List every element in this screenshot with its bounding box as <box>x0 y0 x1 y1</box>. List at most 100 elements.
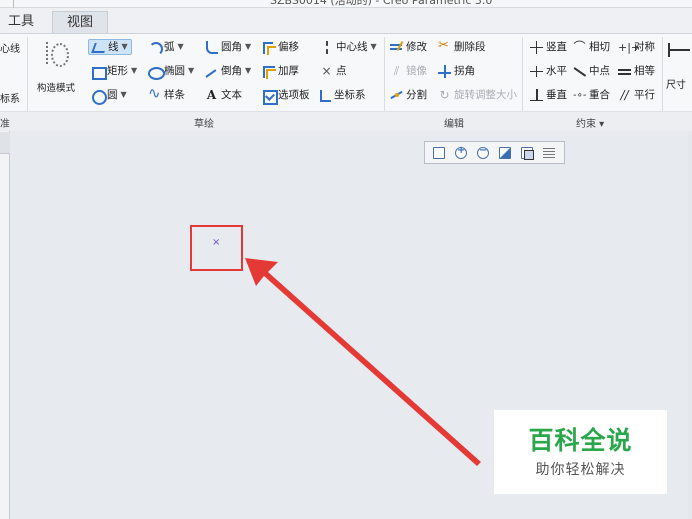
horizontal-label: 水平 <box>546 65 567 77</box>
chevron-down-icon[interactable]: ▼ <box>245 64 251 78</box>
delete-segment-button[interactable]: 删除段 <box>438 39 486 54</box>
saved-orientations-icon[interactable] <box>517 144 537 162</box>
chevron-down-icon[interactable]: ▼ <box>188 64 194 78</box>
ribbon-stub-coordinate-system[interactable]: 标系 <box>0 90 20 105</box>
chamfer-button[interactable]: 倒角 ▼ <box>205 64 251 78</box>
arc-icon <box>148 41 163 56</box>
zoom-in-icon[interactable] <box>451 144 471 162</box>
modify-button[interactable]: 修改 <box>390 40 427 54</box>
divide-button[interactable]: 分割 <box>390 88 427 102</box>
modify-label: 修改 <box>406 41 427 53</box>
arc-label: 弧 <box>164 41 175 53</box>
vertical-icon <box>530 40 543 54</box>
tab-view[interactable]: 视图 <box>52 11 108 33</box>
symmetric-constraint-button[interactable]: +|+ 对称 <box>618 40 655 54</box>
circle-icon <box>91 89 107 105</box>
model-tree-panel[interactable] <box>0 131 10 519</box>
vertical-constraint-button[interactable]: 竖直 <box>530 40 567 54</box>
rotate-resize-button[interactable]: ↻ 旋转调整大小 <box>438 88 517 102</box>
line-label: 线 <box>108 41 119 53</box>
display-style-icon[interactable] <box>495 144 515 162</box>
rectangle-label: 矩形 <box>107 65 128 77</box>
ellipse-button[interactable]: 椭圆 ▼ <box>148 64 194 80</box>
coincident-icon: -∘- <box>573 89 587 101</box>
divide-icon <box>390 89 403 102</box>
chamfer-icon <box>205 65 218 78</box>
corner-button[interactable]: 拐角 <box>438 64 475 78</box>
horizontal-constraint-button[interactable]: 水平 <box>530 64 567 78</box>
offset-icon <box>262 41 276 55</box>
group-label-constrain[interactable]: 约束 ▾ <box>576 115 604 130</box>
watermark-subtitle: 助你轻松解决 <box>535 462 626 478</box>
coordinate-system-button[interactable]: 坐标系 <box>318 88 366 102</box>
rectangle-icon <box>91 65 107 80</box>
vertical-label: 竖直 <box>546 41 567 53</box>
tangent-constraint-button[interactable]: ⌒ 相切 <box>573 40 610 54</box>
construction-mode-button[interactable]: 构造模式 <box>32 40 80 94</box>
model-tree-tab[interactable] <box>0 132 10 154</box>
sketcher-display-filter-icon[interactable] <box>539 144 559 162</box>
centerline-button[interactable]: 中心线 ▼ <box>320 40 377 54</box>
graphics-toolbar <box>424 141 565 164</box>
construction-mode-label: 构造模式 <box>36 83 75 94</box>
coincident-label: 重合 <box>589 89 610 101</box>
delete-segment-icon <box>438 39 451 54</box>
window-title: SZBS0014 (活动的) - Creo Parametric 3.0 <box>270 0 493 7</box>
perpendicular-constraint-button[interactable]: 垂直 <box>530 88 567 102</box>
mirror-icon: ⫽ <box>393 63 400 78</box>
annotation-highlight-box <box>190 225 243 271</box>
mirror-button[interactable]: ⫽ 镜像 <box>390 64 427 78</box>
thicken-button[interactable]: 加厚 <box>262 64 299 79</box>
mirror-label: 镜像 <box>406 65 427 77</box>
coordinate-system-icon <box>318 89 331 102</box>
chamfer-label: 倒角 <box>221 65 242 77</box>
chevron-down-icon[interactable]: ▼ <box>178 40 184 54</box>
spline-label: 样条 <box>164 89 185 101</box>
circle-button[interactable]: 圆 ▼ <box>91 88 127 105</box>
parallel-label: 平行 <box>634 89 655 101</box>
ellipse-label: 椭圆 <box>164 65 185 77</box>
dimension-button[interactable]: 尺寸 <box>666 42 692 91</box>
ribbon-group-labels: 准 草绘 编辑 约束 ▾ <box>0 111 692 130</box>
modify-icon <box>390 41 403 54</box>
circle-label: 圆 <box>107 89 118 101</box>
ribbon-stub-centerline[interactable]: 心线 <box>0 40 20 55</box>
symmetric-icon: +|+ <box>618 40 641 54</box>
fillet-icon <box>205 40 218 54</box>
tab-tools[interactable]: 工具 <box>0 11 42 33</box>
ellipse-icon <box>148 65 165 80</box>
group-label-edit[interactable]: 编辑 <box>444 115 464 130</box>
fillet-button[interactable]: 圆角 ▼ <box>205 40 251 54</box>
group-label-sketch[interactable]: 草绘 <box>194 115 214 130</box>
chevron-down-icon[interactable]: ▼ <box>121 88 127 102</box>
chevron-down-icon[interactable]: ▼ <box>245 40 251 54</box>
point-button[interactable]: × 点 <box>320 64 346 78</box>
chevron-down-icon[interactable]: ▼ <box>122 40 128 54</box>
offset-label: 偏移 <box>278 41 299 53</box>
rotate-resize-label: 旋转调整大小 <box>454 89 517 101</box>
spline-icon <box>148 86 161 102</box>
chevron-down-icon[interactable]: ▼ <box>371 40 377 54</box>
coincident-constraint-button[interactable]: -∘- 重合 <box>573 88 610 102</box>
refit-icon[interactable] <box>429 144 449 162</box>
spline-button[interactable]: 样条 <box>148 86 185 102</box>
tangent-icon: ⌒ <box>573 39 586 54</box>
horizontal-icon <box>530 65 543 78</box>
chevron-down-icon[interactable]: ▼ <box>131 64 137 78</box>
group-label-datum: 准 <box>0 119 10 130</box>
equal-constraint-button[interactable]: 相等 <box>618 64 655 78</box>
offset-button[interactable]: 偏移 <box>262 40 299 55</box>
line-button[interactable]: 线 ▼ <box>88 39 132 55</box>
rectangle-button[interactable]: 矩形 ▼ <box>91 64 137 80</box>
ribbon: 心线 标系 构造模式 线 ▼ 矩形 ▼ 圆 ▼ 弧 ▼ 椭圆 ▼ 样条 圆角 <box>0 33 692 130</box>
parallel-constraint-button[interactable]: // 平行 <box>618 88 655 102</box>
perpendicular-label: 垂直 <box>546 89 567 101</box>
palette-button[interactable]: 选项板 <box>262 88 310 105</box>
ribbon-tab-row: 工具 视图 <box>0 8 692 33</box>
midpoint-constraint-button[interactable]: 中点 <box>573 64 610 78</box>
rotate-resize-icon: ↻ <box>439 87 450 102</box>
arc-button[interactable]: 弧 ▼ <box>148 40 184 56</box>
zoom-out-icon[interactable] <box>473 144 493 162</box>
dimension-label: 尺寸 <box>666 80 686 91</box>
text-button[interactable]: A 文本 <box>205 88 242 102</box>
